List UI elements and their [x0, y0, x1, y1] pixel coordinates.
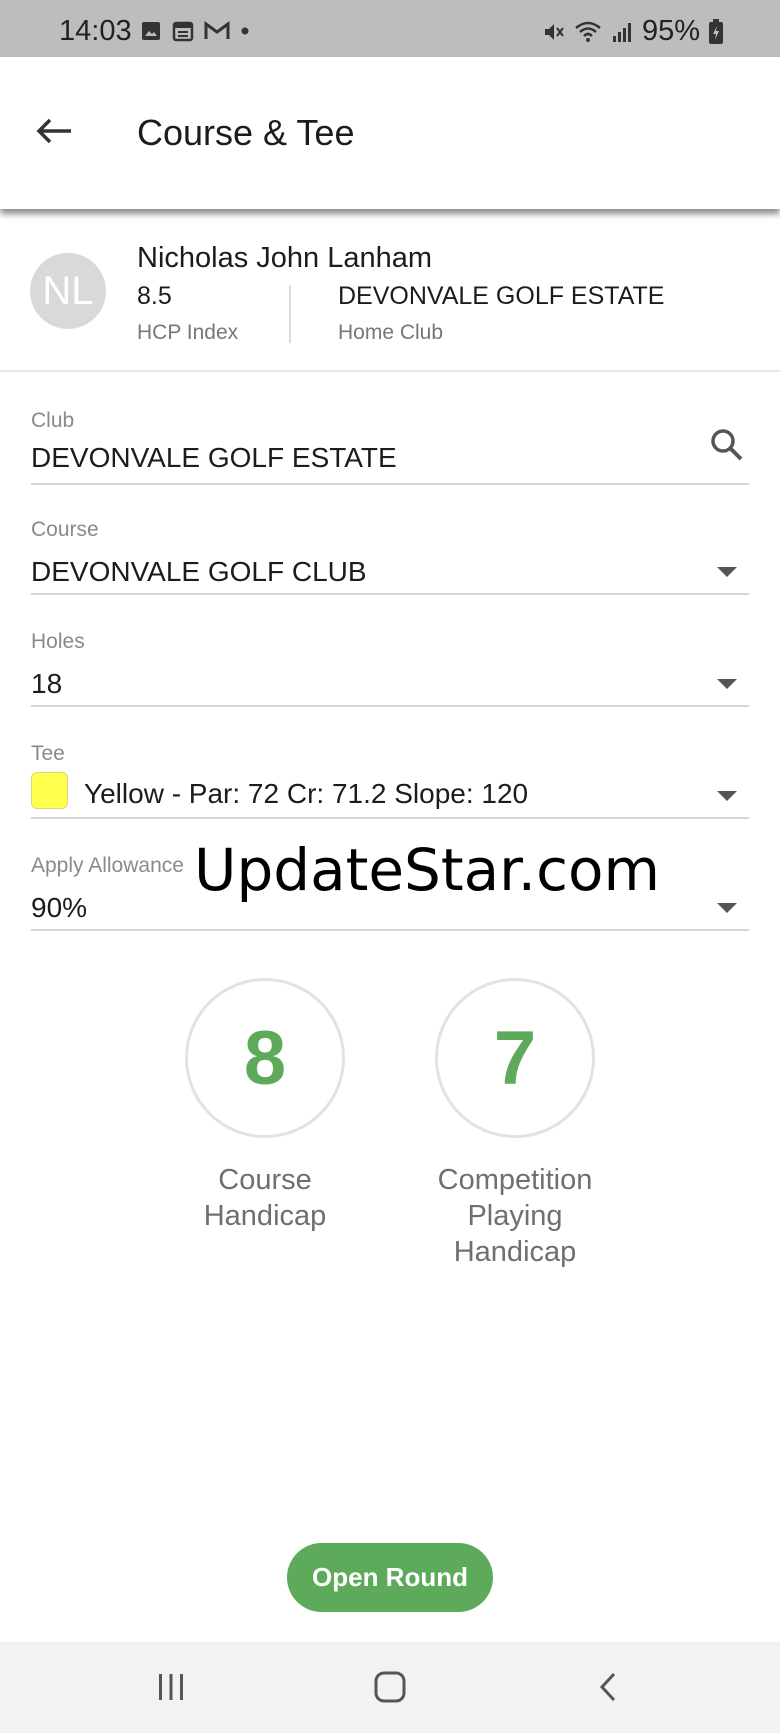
- nav-back-button[interactable]: [578, 1662, 638, 1712]
- arrow-left-icon: [36, 118, 71, 144]
- back-button[interactable]: [28, 105, 80, 157]
- calendar-icon: [172, 21, 194, 42]
- gallery-icon: [142, 22, 160, 40]
- open-round-button[interactable]: Open Round: [287, 1543, 493, 1612]
- caption-line: Handicap: [453, 1236, 577, 1268]
- tee-color-swatch: [31, 772, 68, 809]
- caption-line: Playing: [467, 1200, 563, 1232]
- recent-apps-icon: [159, 1674, 183, 1700]
- club-label: Club: [31, 409, 75, 432]
- dropdown-arrow-icon: [717, 903, 737, 913]
- course-label: Course: [31, 518, 99, 541]
- dropdown-arrow-icon: [717, 791, 737, 801]
- course-handicap: 8 Course Handicap: [165, 978, 365, 1234]
- holes-dropdown[interactable]: Holes 18: [31, 630, 749, 707]
- tee-label: Tee: [31, 742, 65, 765]
- mute-icon: [544, 23, 564, 40]
- player-name: Nicholas John Lanham: [137, 242, 433, 274]
- avatar: NL: [30, 253, 106, 329]
- search-button[interactable]: [707, 425, 747, 465]
- app-bar: Course & Tee: [0, 57, 780, 209]
- competition-handicap-value: 7: [435, 978, 595, 1138]
- caption-line: Competition: [437, 1164, 593, 1196]
- wifi-icon: [575, 21, 601, 42]
- allowance-dropdown-arrow[interactable]: [707, 888, 747, 928]
- profile-divider: [289, 285, 291, 343]
- allowance-label: Apply Allowance: [31, 854, 184, 877]
- course-handicap-value: 8: [185, 978, 345, 1138]
- dropdown-arrow-icon: [717, 679, 737, 689]
- club-value[interactable]: DEVONVALE GOLF ESTATE: [31, 442, 397, 474]
- chevron-left-icon: [599, 1672, 616, 1702]
- hcp-index-value: 8.5: [137, 282, 172, 310]
- course-value[interactable]: DEVONVALE GOLF CLUB: [31, 556, 367, 588]
- home-icon: [374, 1671, 406, 1703]
- tee-value[interactable]: Yellow - Par: 72 Cr: 71.2 Slope: 120: [84, 778, 528, 810]
- status-bar: 14:03 95%: [0, 0, 780, 57]
- battery-percent: 95%: [641, 15, 700, 47]
- dropdown-arrow-icon: [717, 567, 737, 577]
- holes-value[interactable]: 18: [31, 668, 62, 700]
- caption-line: Handicap: [203, 1200, 327, 1232]
- course-dropdown-arrow[interactable]: [707, 552, 747, 592]
- signal-icon: [612, 22, 631, 42]
- competition-playing-handicap: 7 Competition Playing Handicap: [415, 978, 615, 1270]
- recent-apps-button[interactable]: [141, 1662, 201, 1712]
- tee-dropdown[interactable]: Tee Yellow - Par: 72 Cr: 71.2 Slope: 120: [31, 742, 749, 819]
- competition-handicap-caption: Competition Playing Handicap: [415, 1162, 615, 1270]
- allowance-value[interactable]: 90%: [31, 892, 87, 924]
- watermark: UpdateStar.com: [194, 836, 660, 904]
- dot-icon: [241, 27, 249, 35]
- system-icons: 95%: [542, 15, 724, 48]
- caption-line: Course: [218, 1164, 312, 1196]
- page-title: Course & Tee: [137, 112, 355, 153]
- status-time: 14:03: [59, 15, 132, 47]
- notification-icons: [140, 20, 250, 42]
- search-icon: [711, 429, 743, 461]
- system-nav-bar: [0, 1642, 780, 1733]
- club-field[interactable]: Club DEVONVALE GOLF ESTATE: [31, 409, 749, 485]
- player-profile: NL Nicholas John Lanham 8.5 HCP Index DE…: [0, 209, 780, 372]
- battery-icon: [709, 18, 723, 44]
- home-club-value: DEVONVALE GOLF ESTATE: [338, 282, 665, 310]
- course-handicap-caption: Course Handicap: [165, 1162, 365, 1234]
- holes-dropdown-arrow[interactable]: [707, 664, 747, 704]
- tee-dropdown-arrow[interactable]: [707, 776, 747, 816]
- hcp-index-label: HCP Index: [137, 321, 239, 344]
- course-dropdown[interactable]: Course DEVONVALE GOLF CLUB: [31, 518, 749, 595]
- holes-label: Holes: [31, 630, 85, 653]
- gmail-icon: [204, 21, 230, 39]
- home-button[interactable]: [360, 1662, 420, 1712]
- home-club-label: Home Club: [338, 321, 444, 344]
